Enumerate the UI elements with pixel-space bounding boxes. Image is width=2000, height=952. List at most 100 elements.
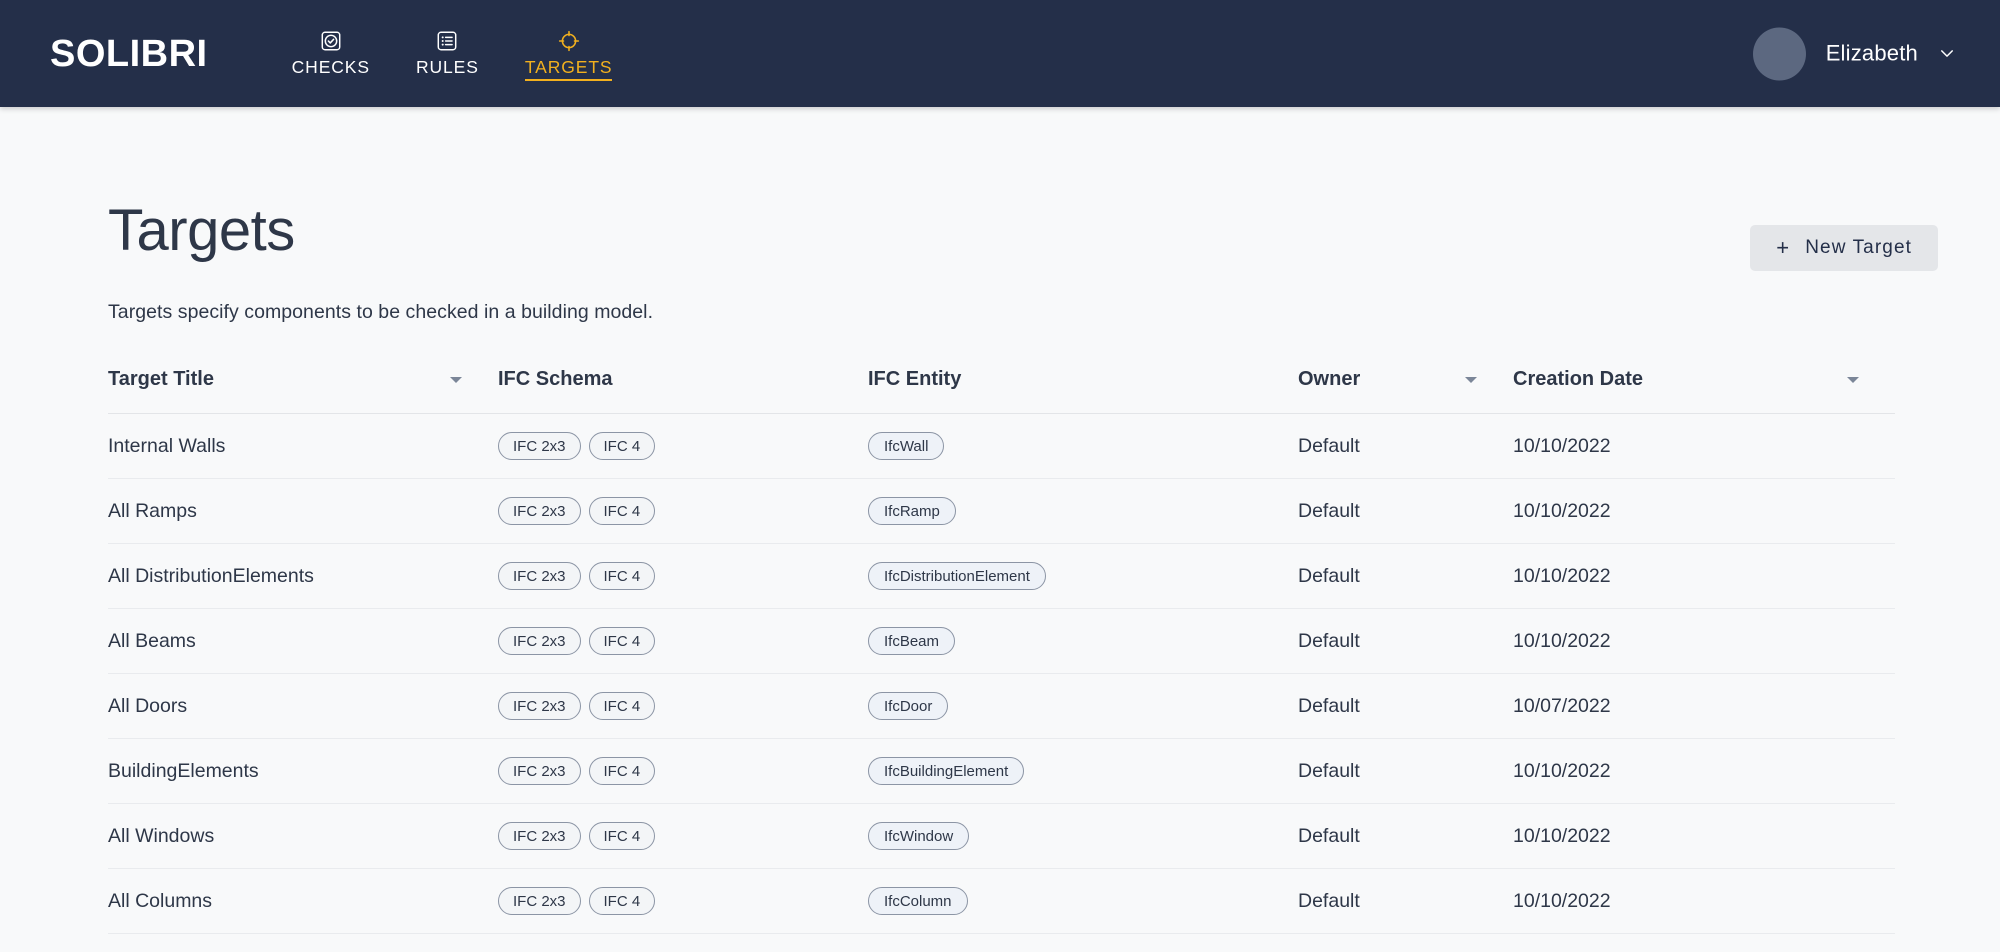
cell-creation-date: 10/10/2022: [1513, 413, 1895, 479]
table-row[interactable]: All Columns IFC 2x3 IFC 4 IfcColumn Default 1…: [108, 868, 1895, 934]
cell-ifc-entity: IfcBuildingElement: [868, 738, 1298, 804]
entity-pill: IfcWindow: [868, 822, 970, 850]
chevron-down-icon: [1938, 45, 1956, 63]
nav-item-rules[interactable]: RULES: [416, 30, 479, 80]
schema-pill: IFC 4: [588, 432, 656, 460]
top-navigation-bar: SOLIBRI CHECKS RULES TARGETS Elizabeth: [0, 0, 2000, 107]
schema-pill: IFC 4: [588, 627, 656, 655]
cell-owner: Default: [1298, 608, 1513, 674]
column-header-ifc-schema[interactable]: IFC Schema: [498, 368, 868, 414]
cell-creation-date: 10/10/2022: [1513, 803, 1895, 869]
cell-owner: Default: [1298, 803, 1513, 869]
cell-target-title[interactable]: All Beams: [108, 608, 498, 674]
cell-ifc-entity: IfcColumn: [868, 868, 1298, 934]
entity-pill: IfcDoor: [868, 692, 949, 720]
cell-target-title[interactable]: All Doors: [108, 673, 498, 739]
cell-ifc-schema: IFC 2x3 IFC 4: [498, 413, 868, 479]
column-header-owner[interactable]: Owner: [1298, 368, 1513, 414]
schema-pill: IFC 2x3: [498, 822, 581, 850]
cell-creation-date: 10/10/2022: [1513, 608, 1895, 674]
table-header-row: Target Title IFC Schema IFC Entity Owner…: [108, 368, 1895, 414]
schema-pill: IFC 2x3: [498, 757, 581, 785]
cell-owner: Default: [1298, 673, 1513, 739]
cell-target-title[interactable]: All Windows: [108, 803, 498, 869]
cell-target-title[interactable]: Internal Walls: [108, 413, 498, 479]
nav-item-targets[interactable]: TARGETS: [524, 30, 613, 82]
entity-pill: IfcWall: [868, 432, 945, 460]
cell-creation-date: 10/10/2022: [1513, 868, 1895, 934]
schema-pill-group: IFC 2x3 IFC 4: [498, 822, 868, 850]
nav-label-targets: TARGETS: [524, 58, 613, 82]
cell-ifc-schema: IFC 2x3 IFC 4: [498, 673, 868, 739]
schema-pill: IFC 4: [588, 692, 656, 720]
table-row[interactable]: BuildingElements IFC 2x3 IFC 4 IfcBuildingE…: [108, 738, 1895, 804]
cell-ifc-schema: IFC 2x3 IFC 4: [498, 803, 868, 869]
cell-target-title[interactable]: All DistributionElements: [108, 543, 498, 609]
page-content: Targets + New Target Targets specify com…: [0, 107, 2000, 934]
new-target-button[interactable]: + New Target: [1750, 225, 1938, 271]
column-label-ifc-schema: IFC Schema: [498, 368, 613, 390]
table-row[interactable]: All DistributionElements IFC 2x3 IFC 4 IfcD…: [108, 543, 1895, 609]
cell-ifc-entity: IfcBeam: [868, 608, 1298, 674]
schema-pill: IFC 4: [588, 497, 656, 525]
page-subtitle: Targets specify components to be checked…: [108, 301, 654, 323]
sort-caret-owner[interactable]: [1465, 376, 1477, 383]
targets-table: Target Title IFC Schema IFC Entity Owner…: [108, 368, 1895, 934]
cell-target-title[interactable]: All Columns: [108, 868, 498, 934]
checkbox-icon: [320, 30, 342, 52]
main-nav: CHECKS RULES TARGETS: [292, 26, 613, 82]
entity-pill: IfcBeam: [868, 627, 956, 655]
schema-pill: IFC 2x3: [498, 497, 581, 525]
schema-pill-group: IFC 2x3 IFC 4: [498, 432, 868, 460]
cell-owner: Default: [1298, 738, 1513, 804]
plus-icon: +: [1776, 235, 1791, 260]
table-row[interactable]: All Beams IFC 2x3 IFC 4 IfcBeam Default 10/10…: [108, 608, 1895, 674]
page-header-row: Targets + New Target: [108, 107, 1938, 271]
list-icon: [436, 30, 458, 52]
schema-pill-group: IFC 2x3 IFC 4: [498, 887, 868, 915]
schema-pill: IFC 4: [588, 887, 656, 915]
cell-owner: Default: [1298, 413, 1513, 479]
user-menu[interactable]: Elizabeth: [1752, 27, 1956, 80]
solibri-logo[interactable]: SOLIBRI: [50, 35, 208, 73]
entity-pill: IfcRamp: [868, 497, 956, 525]
table-row[interactable]: Internal Walls IFC 2x3 IFC 4 IfcWall Default…: [108, 413, 1895, 479]
schema-pill: IFC 4: [588, 822, 656, 850]
cell-owner: Default: [1298, 478, 1513, 544]
column-label-owner: Owner: [1298, 368, 1361, 390]
schema-pill-group: IFC 2x3 IFC 4: [498, 627, 868, 655]
cell-ifc-schema: IFC 2x3 IFC 4: [498, 478, 868, 544]
cell-creation-date: 10/10/2022: [1513, 478, 1895, 544]
table-row[interactable]: All Ramps IFC 2x3 IFC 4 IfcRamp Default 10/10…: [108, 478, 1895, 544]
nav-label-checks: CHECKS: [291, 56, 370, 77]
cell-creation-date: 10/10/2022: [1513, 543, 1895, 609]
page-title: Targets: [108, 198, 295, 263]
table-row[interactable]: All Doors IFC 2x3 IFC 4 IfcDoor Default 10/07…: [108, 673, 1895, 739]
cell-ifc-entity: IfcDistributionElement: [868, 543, 1298, 609]
schema-pill-group: IFC 2x3 IFC 4: [498, 562, 868, 590]
cell-owner: Default: [1298, 543, 1513, 609]
column-label-creation-date: Creation Date: [1513, 368, 1644, 390]
table-body: Internal Walls IFC 2x3 IFC 4 IfcWall Default…: [108, 413, 1895, 934]
cell-ifc-schema: IFC 2x3 IFC 4: [498, 738, 868, 804]
cell-ifc-schema: IFC 2x3 IFC 4: [498, 868, 868, 934]
cell-ifc-entity: IfcWindow: [868, 803, 1298, 869]
sort-caret-creation-date[interactable]: [1847, 376, 1859, 383]
target-icon: [558, 30, 580, 52]
cell-ifc-entity: IfcWall: [868, 413, 1298, 479]
cell-creation-date: 10/10/2022: [1513, 738, 1895, 804]
column-label-ifc-entity: IFC Entity: [868, 368, 962, 390]
cell-ifc-entity: IfcRamp: [868, 478, 1298, 544]
entity-pill: IfcBuildingElement: [868, 757, 1025, 785]
column-header-creation-date[interactable]: Creation Date: [1513, 368, 1895, 414]
cell-ifc-schema: IFC 2x3 IFC 4: [498, 608, 868, 674]
column-header-ifc-entity[interactable]: IFC Entity: [868, 368, 1298, 414]
cell-target-title[interactable]: BuildingElements: [108, 738, 498, 804]
schema-pill-group: IFC 2x3 IFC 4: [498, 692, 868, 720]
table-row[interactable]: All Windows IFC 2x3 IFC 4 IfcWindow Default 1…: [108, 803, 1895, 869]
column-header-target-title[interactable]: Target Title: [108, 368, 498, 414]
schema-pill: IFC 2x3: [498, 692, 581, 720]
cell-target-title[interactable]: All Ramps: [108, 478, 498, 544]
sort-caret-target-title[interactable]: [450, 376, 462, 383]
nav-item-checks[interactable]: CHECKS: [292, 30, 370, 80]
